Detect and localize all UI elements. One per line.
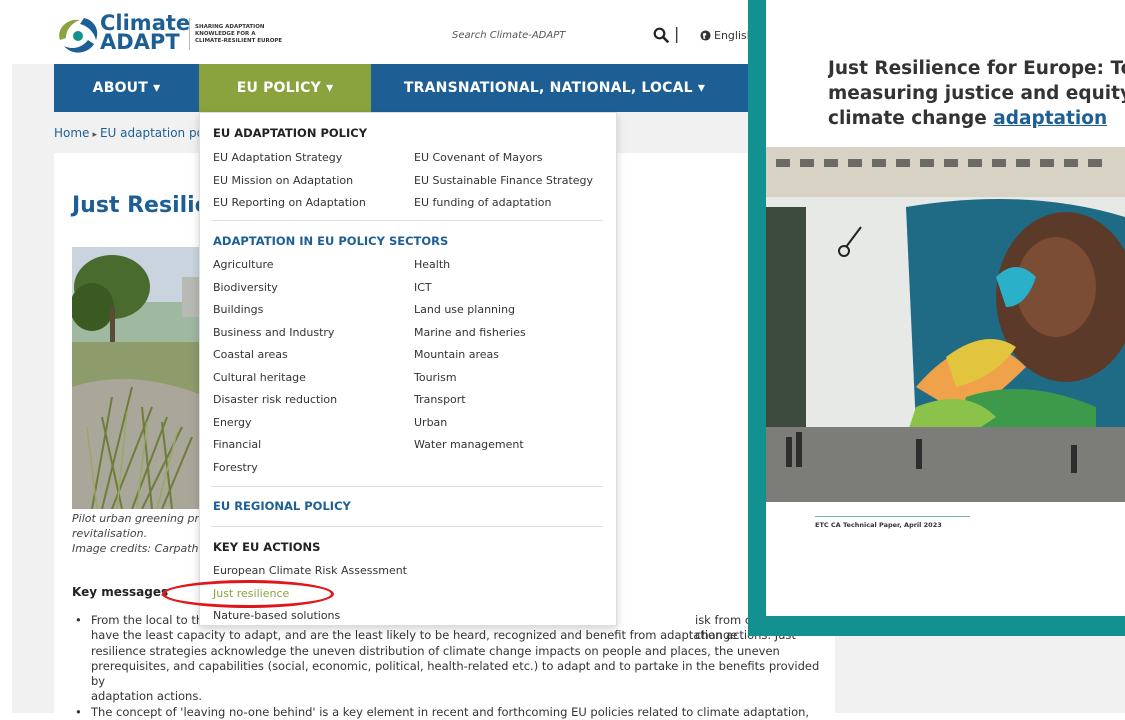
- bullet-text: The concept of 'leaving no-one behind' i…: [91, 704, 810, 719]
- breadcrumb-separator-icon: ▸: [92, 130, 97, 140]
- dropdown-link[interactable]: Forestry: [213, 461, 258, 474]
- list-item: • From the local to th isk from climate …: [73, 613, 823, 705]
- dropdown-link[interactable]: Marine and fisheries: [414, 326, 526, 339]
- climate-adapt-logo-icon[interactable]: [54, 14, 100, 54]
- dropdown-link[interactable]: EU Adaptation Strategy: [213, 151, 342, 164]
- photo-caption: Pilot urban greening pro revitalisation.…: [72, 511, 212, 556]
- caption-line: Pilot urban greening pro: [72, 512, 206, 525]
- left-gutter: [0, 0, 12, 713]
- dropdown-link[interactable]: EU Reporting on Adaptation: [213, 196, 366, 209]
- dropdown-link[interactable]: Mountain areas: [414, 348, 499, 361]
- logo-divider: [189, 18, 190, 50]
- dropdown-link[interactable]: Buildings: [213, 303, 263, 316]
- search-input[interactable]: Search Climate-ADAPT: [452, 30, 565, 41]
- header-divider: |: [674, 24, 680, 43]
- dropdown-link[interactable]: Agriculture: [213, 258, 274, 271]
- dropdown-link[interactable]: Urban: [414, 416, 447, 429]
- report-title-line: climate change adaptation: [828, 106, 1125, 131]
- dropdown-link[interactable]: EU funding of adaptation: [414, 196, 551, 209]
- tagline-line: KNOWLEDGE FOR A: [195, 31, 256, 37]
- list-item: • The concept of 'leaving no-one behind'…: [73, 705, 823, 720]
- dropdown-link[interactable]: EU Mission on Adaptation: [213, 174, 353, 187]
- site-logo-text[interactable]: Climate ADAPT: [100, 13, 190, 54]
- globe-icon: [700, 30, 711, 41]
- bullet-icon: •: [75, 704, 82, 719]
- nav-about[interactable]: ABOUT ▾: [54, 64, 199, 112]
- dropdown-heading-key-eu-actions[interactable]: KEY EU ACTIONS: [213, 540, 320, 554]
- dropdown-link[interactable]: Transport: [414, 393, 466, 406]
- report-label: ETC CA Technical Paper, April 2023: [815, 521, 942, 529]
- dropdown-link[interactable]: Coastal areas: [213, 348, 288, 361]
- page-title: Just Resilie: [72, 193, 210, 218]
- report-title-text: climate change: [828, 108, 994, 129]
- highlight-circle: [162, 580, 334, 608]
- logo-tagline: SHARING ADAPTATION KNOWLEDGE FOR A CLIMA…: [195, 24, 305, 45]
- dropdown-link[interactable]: Cultural heritage: [213, 371, 306, 384]
- report-title-line: Just Resilience for Europe: To: [828, 58, 1125, 79]
- dropdown-link[interactable]: Land use planning: [414, 303, 515, 316]
- bullet-text: resilience strategies acknowledge the un…: [91, 643, 780, 658]
- key-messages-heading: Key messages: [72, 585, 169, 599]
- nav-eu-policy[interactable]: EU POLICY ▾: [199, 64, 371, 112]
- dropdown-link[interactable]: Energy: [213, 416, 252, 429]
- dropdown-link[interactable]: Health: [414, 258, 450, 271]
- breadcrumb-current[interactable]: EU adaptation po: [100, 126, 204, 140]
- nav-transnational[interactable]: TRANSNATIONAL, NATIONAL, LOCAL ▾: [371, 64, 738, 112]
- report-title: Just Resilience for Europe: To measuring…: [828, 56, 1125, 131]
- report-title-link[interactable]: adaptation: [993, 108, 1107, 129]
- dropdown-heading-policy-sectors[interactable]: ADAPTATION IN EU POLICY SECTORS: [213, 234, 448, 248]
- report-label-rule: [815, 516, 970, 517]
- dropdown-heading-eu-adaptation-policy[interactable]: EU ADAPTATION POLICY: [213, 126, 367, 140]
- dropdown-divider: [211, 526, 603, 527]
- dropdown-heading-regional-policy[interactable]: EU REGIONAL POLICY: [213, 499, 351, 513]
- dropdown-link[interactable]: Disaster risk reduction: [213, 393, 337, 406]
- dropdown-link[interactable]: EU Sustainable Finance Strategy: [414, 174, 593, 187]
- key-messages-list: • From the local to th isk from climate …: [73, 613, 823, 720]
- bullet-icon: •: [75, 613, 82, 627]
- caption-line: Image credits: Carpathi: [72, 542, 202, 555]
- dropdown-link[interactable]: Tourism: [414, 371, 457, 384]
- dropdown-divider: [211, 220, 603, 221]
- dropdown-link[interactable]: Nature-based solutions: [213, 609, 340, 622]
- dropdown-link[interactable]: Biodiversity: [213, 281, 278, 294]
- dropdown-link[interactable]: ICT: [414, 281, 432, 294]
- dropdown-link[interactable]: Water management: [414, 438, 524, 451]
- bullet-text: prerequisites, and capabilities (social,…: [91, 658, 820, 689]
- dropdown-link[interactable]: Financial: [213, 438, 261, 451]
- language-selector[interactable]: English: [700, 29, 754, 42]
- tagline-line: CLIMATE-RESILIENT EUROPE: [195, 38, 283, 44]
- dropdown-divider: [211, 486, 603, 487]
- dropdown-link[interactable]: EU Covenant of Mayors: [414, 151, 543, 164]
- report-title-line: measuring justice and equity: [828, 83, 1125, 104]
- tagline-line: SHARING ADAPTATION: [195, 24, 265, 30]
- mural-photo: [766, 147, 1125, 502]
- breadcrumb: Home ▸ EU adaptation po: [54, 126, 204, 140]
- dropdown-link[interactable]: Business and Industry: [213, 326, 334, 339]
- bullet-text: adaptation actions.: [91, 689, 202, 704]
- caption-line: revitalisation.: [72, 527, 148, 540]
- search-icon[interactable]: [653, 27, 669, 43]
- breadcrumb-home[interactable]: Home: [54, 126, 89, 140]
- dropdown-link[interactable]: European Climate Risk Assessment: [213, 564, 407, 577]
- logo-line-2: ADAPT: [100, 30, 180, 54]
- urban-greening-photo: [72, 247, 207, 509]
